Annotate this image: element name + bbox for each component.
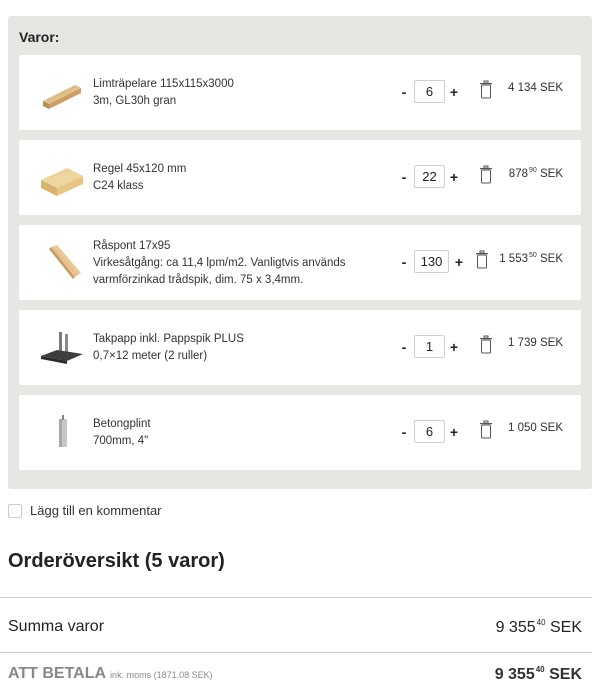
increase-quantity-button[interactable]: + [447,80,461,104]
quantity-input[interactable]: 1 [414,335,445,358]
cart-item: Betongplint 700mm, 4" - 6 + 1 050 SEK [19,395,581,470]
order-summary-title: Orderöversikt (5 varor) [8,550,225,572]
quantity-input[interactable]: 22 [414,165,445,188]
decrease-quantity-button[interactable]: - [397,420,411,444]
quantity-input[interactable]: 130 [414,250,449,273]
item-name[interactable]: Betongplint [93,416,393,433]
item-detail: 3m, GL30h gran [93,95,177,107]
item-detail: C24 klass [93,180,144,192]
total-value: 9 35540 SEK [494,665,582,683]
subtotal-row: Summa varor 9 35540 SEK [8,618,582,640]
increase-quantity-button[interactable]: + [452,250,466,274]
total-row: ATT BETALA ink. moms (1871.08 SEK) 9 3554… [8,665,582,687]
quantity-input[interactable]: 6 [414,420,445,443]
quantity-input[interactable]: 6 [414,80,445,103]
item-description: Limträpelare 115x115x3000 3m, GL30h gran [93,76,393,110]
item-detail: Virkesåtgång: ca 11,4 lpm/m2. Vanligtvis… [93,257,346,269]
item-name[interactable]: Råspont 17x95 [93,238,393,255]
vat-note: ink. moms (1871.08 SEK) [110,670,213,680]
trash-icon[interactable] [474,250,490,270]
concrete-plinth-image[interactable] [37,409,87,455]
comment-label[interactable]: Lägg till en kommentar [30,503,162,518]
cart-item: Limträpelare 115x115x3000 3m, GL30h gran… [19,55,581,130]
roofing-felt-image[interactable] [37,324,87,370]
item-detail: 700mm, 4" [93,435,149,447]
item-price: 4 134 SEK [508,82,563,94]
decrease-quantity-button[interactable]: - [397,165,411,189]
divider [0,652,592,653]
item-price: 87890 SEK [508,167,563,180]
item-price: 1 55350 SEK [499,252,563,265]
glulam-post-image[interactable] [37,69,87,115]
trash-icon[interactable] [478,165,494,185]
cart-item: Råspont 17x95 Virkesåtgång: ca 11,4 lpm/… [19,225,581,300]
increase-quantity-button[interactable]: + [447,420,461,444]
cart-item: Takpapp inkl. Pappspik PLUS 0,7×12 meter… [19,310,581,385]
trash-icon[interactable] [478,80,494,100]
cart-panel: Varor: Limträpelare 115x115x3000 3m, GL3… [8,16,592,489]
decrease-quantity-button[interactable]: - [397,80,411,104]
item-name[interactable]: Limträpelare 115x115x3000 [93,76,393,93]
divider [0,597,592,598]
cart-title: Varor: [19,29,60,45]
item-description: Råspont 17x95 Virkesåtgång: ca 11,4 lpm/… [93,238,393,289]
decrease-quantity-button[interactable]: - [397,250,411,274]
item-price: 1 050 SEK [508,422,563,434]
item-detail: 0,7×12 meter (2 ruller) [93,350,208,362]
item-description: Takpapp inkl. Pappspik PLUS 0,7×12 meter… [93,331,393,365]
item-price: 1 739 SEK [508,337,563,349]
cart-item: Regel 45x120 mm C24 klass - 22 + 87890 S… [19,140,581,215]
increase-quantity-button[interactable]: + [447,335,461,359]
increase-quantity-button[interactable]: + [447,165,461,189]
decrease-quantity-button[interactable]: - [397,335,411,359]
item-detail: varmförzinkad trådspik, dim. 75 x 3,4mm. [93,274,304,286]
subtotal-label: Summa varor [8,618,105,635]
subtotal-value: 9 35540 SEK [495,618,582,636]
timber-stud-image[interactable] [37,154,87,200]
item-description: Regel 45x120 mm C24 klass [93,161,393,195]
item-description: Betongplint 700mm, 4" [93,416,393,450]
total-label: ATT BETALA ink. moms (1871.08 SEK) [8,665,213,682]
item-name[interactable]: Regel 45x120 mm [93,161,393,178]
trash-icon[interactable] [478,420,494,440]
tongue-groove-board-image[interactable] [37,239,87,285]
trash-icon[interactable] [478,335,494,355]
comment-checkbox[interactable] [8,504,22,518]
item-name[interactable]: Takpapp inkl. Pappspik PLUS [93,331,393,348]
